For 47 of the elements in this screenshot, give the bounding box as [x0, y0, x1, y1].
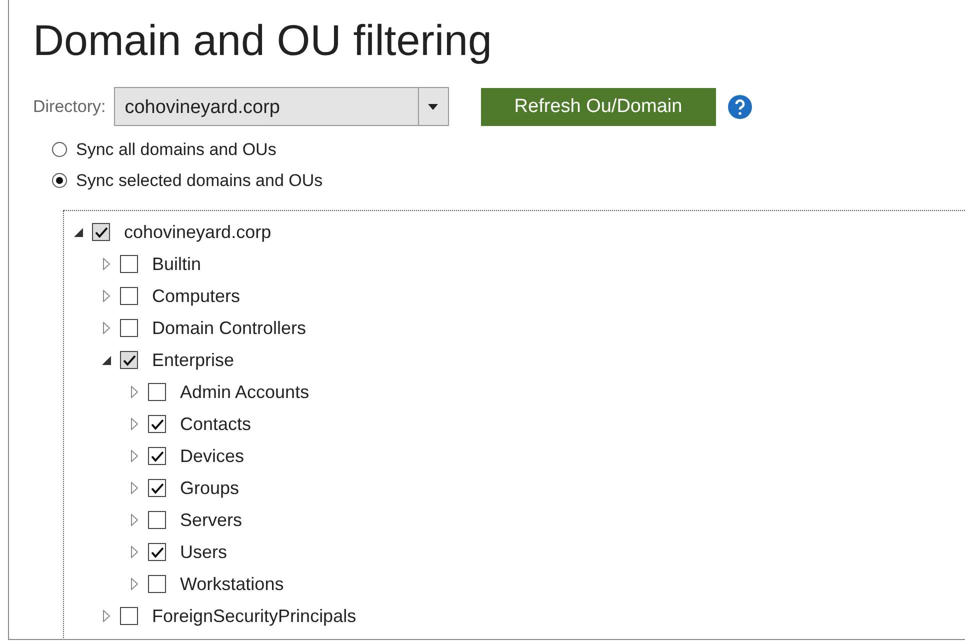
expand-icon[interactable] [102, 610, 110, 622]
collapse-icon[interactable] [102, 356, 110, 365]
expand-icon[interactable] [102, 258, 110, 270]
tree-item-label[interactable]: Domain Controllers [152, 314, 306, 342]
checkbox[interactable] [148, 543, 166, 562]
expand-icon[interactable] [130, 450, 138, 462]
tree-item-label[interactable]: Computers [152, 282, 240, 310]
expand-icon[interactable] [130, 578, 138, 590]
collapse-icon[interactable] [74, 228, 82, 237]
checkbox[interactable] [148, 575, 166, 594]
tree-item-label[interactable]: Devices [180, 442, 244, 470]
radio-label[interactable]: Sync all domains and OUs [76, 137, 276, 163]
expand-icon[interactable] [130, 482, 138, 494]
refresh-button[interactable]: Refresh Ou/Domain [480, 88, 716, 126]
expand-icon[interactable] [130, 418, 138, 430]
tree-item-label[interactable]: Admin Accounts [180, 378, 310, 406]
caret-icon [428, 104, 438, 110]
tree-item-label[interactable]: Servers [180, 506, 242, 534]
help-icon[interactable] [728, 94, 752, 119]
checkbox[interactable] [120, 607, 138, 626]
directory-dropdown[interactable]: cohovineyard.corp [114, 87, 449, 126]
directory-label: Directory: [33, 96, 106, 118]
checkbox[interactable] [148, 479, 166, 498]
tree-item-label[interactable]: Contacts [180, 410, 252, 438]
tree-item-label[interactable]: Enterprise [152, 346, 234, 374]
tree-item-label[interactable]: cohovineyard.corp [124, 218, 272, 246]
tree-item-label[interactable]: Users [180, 538, 228, 566]
expand-icon[interactable] [130, 546, 138, 558]
expand-icon[interactable] [102, 290, 110, 302]
page-title: Domain and OU filtering [33, 18, 493, 66]
radio-button[interactable] [52, 173, 67, 188]
checkbox[interactable] [148, 511, 166, 530]
expand-icon[interactable] [130, 386, 138, 398]
tree-item-label[interactable]: Builtin [152, 250, 202, 278]
checkbox[interactable] [148, 415, 166, 434]
checkbox[interactable] [120, 255, 138, 274]
radio-label[interactable]: Sync selected domains and OUs [76, 168, 323, 194]
expand-icon[interactable] [130, 514, 138, 526]
tree-item-label[interactable]: ForeignSecurityPrincipals [152, 602, 356, 630]
expand-icon[interactable] [102, 322, 110, 334]
checkbox[interactable] [120, 319, 138, 338]
checkbox[interactable] [148, 447, 166, 466]
tree-item-label[interactable]: Groups [180, 474, 240, 502]
checkbox[interactable] [120, 287, 138, 306]
radio-button[interactable] [52, 142, 67, 158]
checkbox[interactable] [148, 383, 166, 402]
tree-item-label[interactable]: Workstations [180, 570, 284, 598]
